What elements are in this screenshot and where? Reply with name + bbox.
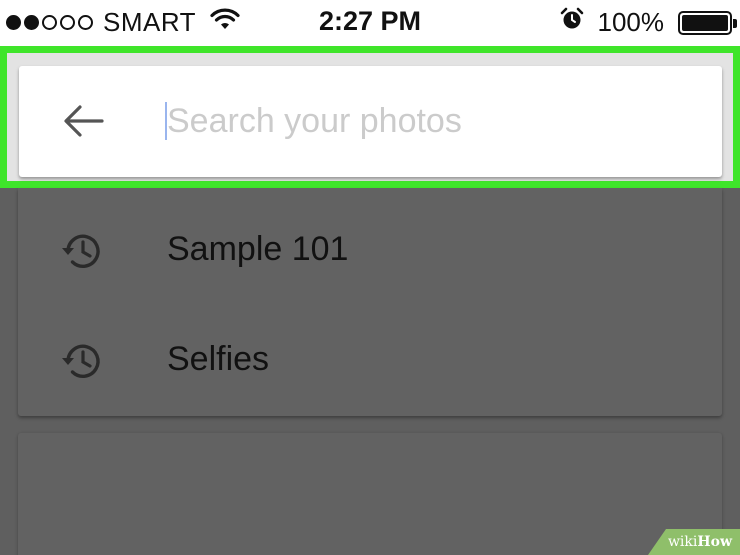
- history-icon: [62, 344, 100, 378]
- search-bar: [19, 66, 722, 177]
- battery-icon: [678, 10, 737, 35]
- battery-fill: [682, 14, 728, 31]
- recent-search-label: Sample 101: [167, 230, 349, 268]
- status-right: 100%: [560, 7, 737, 38]
- alarm-clock-icon: [560, 7, 584, 38]
- carrier-name: SMART: [103, 7, 197, 37]
- recent-search-label: Selfies: [167, 340, 270, 378]
- history-icon: [62, 234, 100, 268]
- signal-dot: [60, 15, 75, 30]
- watermark-suffix: How: [697, 534, 732, 550]
- recent-search-item[interactable]: Selfies: [18, 310, 722, 410]
- watermark-prefix: wiki: [667, 534, 698, 550]
- back-button[interactable]: [59, 96, 109, 146]
- phone-screen: SMART 2:27 PM 100% Search your photos Sa…: [0, 0, 740, 555]
- status-bar: SMART 2:27 PM 100%: [0, 0, 740, 46]
- content-card: [18, 433, 722, 555]
- signal-strength-icon: [6, 15, 93, 30]
- recent-searches-list: Sample 101 Selfies: [18, 188, 722, 416]
- battery-percent: 100%: [597, 7, 665, 37]
- battery-tip: [733, 18, 737, 28]
- signal-dot: [6, 15, 21, 30]
- status-left: SMART: [6, 7, 240, 38]
- search-input[interactable]: [167, 94, 677, 148]
- signal-dot: [42, 15, 57, 30]
- signal-dot: [78, 15, 93, 30]
- arrow-left-icon: [64, 105, 104, 137]
- signal-dot: [24, 15, 39, 30]
- wifi-icon: [210, 7, 240, 38]
- search-input-wrap: [165, 94, 685, 148]
- recent-search-item[interactable]: Sample 101: [18, 200, 722, 300]
